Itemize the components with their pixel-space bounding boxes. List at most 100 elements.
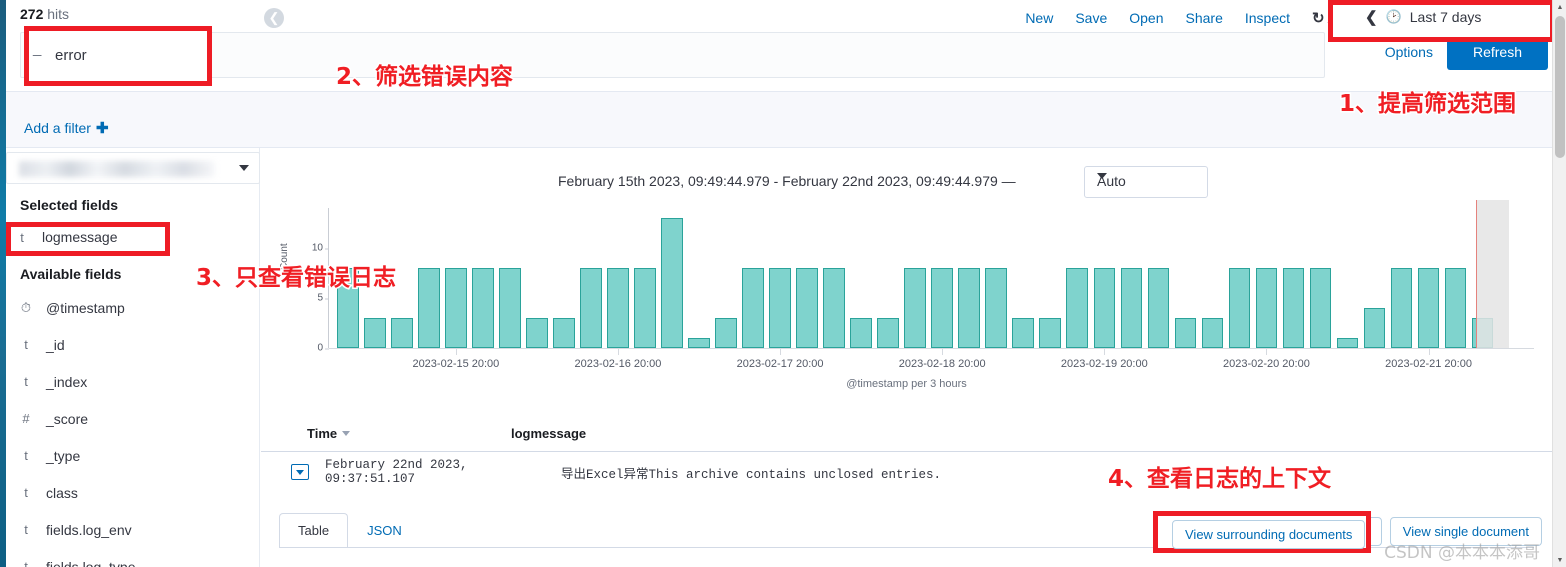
histogram-bar[interactable]: [769, 268, 791, 348]
annotation-label-4: 4、查看日志的上下文: [1106, 465, 1332, 494]
histogram-bar[interactable]: [553, 318, 575, 348]
field-type-icon: t: [24, 485, 28, 500]
kibana-discover-page: 272 hits _ error New Save Open Share Ins…: [0, 0, 1566, 567]
inspect-button[interactable]: Inspect: [1234, 6, 1301, 30]
interval-select[interactable]: Auto: [1084, 166, 1208, 198]
column-header-time[interactable]: Time: [261, 426, 511, 441]
current-time-line: [1475, 200, 1477, 348]
x-axis-tick-mark: [1104, 349, 1106, 355]
histogram-bar[interactable]: [931, 268, 953, 348]
histogram-bar[interactable]: [364, 318, 386, 348]
histogram-bar[interactable]: [877, 318, 899, 348]
histogram-chart[interactable]: 0 5 10 Count 2023-02-15 20:00 2023-02-16 20…: [261, 200, 1552, 393]
sidebar-field-log-env[interactable]: t fields.log_env: [6, 511, 260, 548]
histogram-bar[interactable]: [1417, 268, 1440, 348]
histogram-bar[interactable]: [742, 268, 764, 348]
histogram-bar[interactable]: [850, 318, 872, 348]
histogram-bar[interactable]: [472, 268, 494, 348]
histogram-bar[interactable]: [688, 338, 710, 348]
sidebar-field-log-type[interactable]: t fields.log_type: [6, 548, 260, 567]
new-button[interactable]: New: [1014, 6, 1064, 30]
sidebar-field-label: _index: [46, 373, 88, 390]
field-type-icon: t: [24, 448, 28, 463]
histogram-bar[interactable]: [1120, 268, 1143, 348]
add-filter-button[interactable]: Add a filter ✚: [24, 119, 109, 137]
histogram-bar[interactable]: [1147, 268, 1170, 348]
histogram-bar[interactable]: [823, 268, 845, 348]
table-row[interactable]: February 22nd 2023, 09:37:51.107 导出Excel…: [261, 452, 1552, 492]
histogram-bar[interactable]: [1363, 308, 1386, 348]
open-button[interactable]: Open: [1118, 6, 1174, 30]
sidebar-field-index[interactable]: t _index: [6, 363, 260, 400]
sidebar-field-id[interactable]: t _id: [6, 326, 260, 363]
sort-desc-icon[interactable]: [342, 431, 351, 436]
expand-row-icon[interactable]: [291, 464, 309, 480]
histogram-bar[interactable]: [1228, 268, 1251, 348]
clock-icon: ⏱: [20, 299, 32, 315]
x-axis-label: @timestamp per 3 hours: [846, 378, 967, 390]
filter-bar: Add a filter ✚: [6, 92, 1552, 148]
histogram-bar[interactable]: [391, 318, 413, 348]
histogram-bar[interactable]: [715, 318, 737, 348]
x-axis-tick-mark: [942, 349, 944, 355]
refresh-icon: ↻: [1312, 10, 1325, 27]
sidebar-field-class[interactable]: t class: [6, 474, 260, 511]
sidebar-field-type[interactable]: t _type: [6, 437, 260, 474]
boxed-selected-field[interactable]: t logmessage: [16, 229, 117, 245]
histogram-bar[interactable]: [661, 218, 683, 348]
histogram-bar[interactable]: [499, 268, 521, 348]
tab-table[interactable]: Table: [279, 513, 349, 547]
histogram-bar[interactable]: [985, 268, 1008, 348]
sidebar-field-label: class: [46, 484, 78, 501]
histogram-bar[interactable]: [1390, 268, 1413, 348]
chevron-left-icon[interactable]: ❮: [1365, 8, 1378, 26]
y-axis-tick: 0: [317, 342, 329, 354]
chart-plot-area[interactable]: [329, 200, 1534, 348]
histogram-bar[interactable]: [1012, 318, 1035, 348]
options-button[interactable]: Options: [1371, 38, 1447, 66]
save-button[interactable]: Save: [1064, 6, 1118, 30]
sidebar-field-timestamp[interactable]: ⏱ @timestamp: [6, 289, 260, 326]
histogram-bar[interactable]: [607, 268, 629, 348]
histogram-bar[interactable]: [1255, 268, 1278, 348]
histogram-bar[interactable]: [958, 268, 981, 348]
histogram-bar[interactable]: [526, 318, 548, 348]
field-sidebar: Selected fields t logmessage Available f…: [6, 148, 260, 567]
histogram-bar[interactable]: [1201, 318, 1224, 348]
scroll-up-icon[interactable]: ▲: [1553, 0, 1566, 14]
share-button[interactable]: Share: [1175, 6, 1234, 30]
current-time-band: [1475, 200, 1510, 348]
histogram-bar[interactable]: [1093, 268, 1116, 348]
histogram-bar[interactable]: [418, 268, 440, 348]
x-axis-tick: 2023-02-19 20:00: [1060, 358, 1148, 370]
histogram-bar[interactable]: [580, 268, 602, 348]
search-input[interactable]: _ error: [20, 32, 1325, 78]
histogram-bar[interactable]: [1282, 268, 1305, 348]
scrollbar-thumb[interactable]: [1555, 16, 1565, 158]
histogram-bar[interactable]: [1309, 268, 1332, 348]
histogram-bar[interactable]: [1174, 318, 1197, 348]
tab-json[interactable]: JSON: [348, 513, 421, 547]
histogram-bar[interactable]: [634, 268, 656, 348]
histogram-bar[interactable]: [1039, 318, 1062, 348]
boxed-time-range-label: Last 7 days: [1409, 9, 1482, 25]
boxed-time-picker[interactable]: ❮ 🕑 Last 7 days: [1365, 8, 1481, 26]
sidebar-field-score[interactable]: # _score: [6, 400, 260, 437]
histogram-bar[interactable]: [1336, 338, 1359, 348]
histogram-bar[interactable]: [1444, 268, 1467, 348]
scroll-down-icon[interactable]: ▼: [1553, 553, 1566, 567]
field-type-icon: #: [22, 411, 30, 426]
column-header-label: Time: [307, 426, 338, 441]
index-pattern-select[interactable]: [6, 152, 260, 184]
histogram-bar[interactable]: [1066, 268, 1089, 348]
sidebar-field-label: fields.log_type: [46, 558, 136, 567]
collapse-sidebar-button[interactable]: ❮: [264, 8, 284, 28]
x-axis-tick: 2023-02-15 20:00: [412, 358, 500, 370]
histogram-bar[interactable]: [904, 268, 926, 348]
histogram-bar[interactable]: [445, 268, 467, 348]
histogram-bar[interactable]: [796, 268, 818, 348]
column-header-logmessage[interactable]: logmessage: [511, 426, 586, 441]
boxed-view-surrounding-documents-button[interactable]: View surrounding documents: [1172, 520, 1366, 549]
page-scrollbar[interactable]: ▲ ▼: [1552, 0, 1566, 567]
boxed-query-text: error: [55, 47, 87, 64]
